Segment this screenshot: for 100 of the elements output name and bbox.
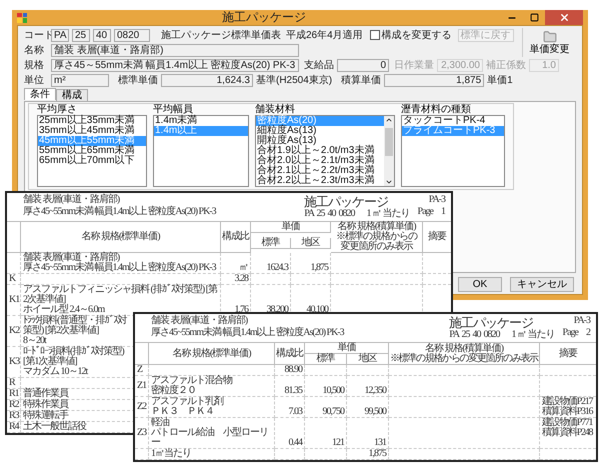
item-name: ﾄﾗｯｸ損料(普通型・排ｶﾞｽ対策型) [第2次基準値] <box>23 316 127 336</box>
item-name: 土木一般世話役 <box>23 422 88 432</box>
dialog-button[interactable]: キャンセル <box>510 277 574 292</box>
column-note: ※標準の規格からの変更箇所のみ表示 <box>335 232 418 252</box>
list-box[interactable]: 密粒度As(20) 細粒度As(13) 開粒度As(13) 合材1.9以上～2.0t/m3未満 合材2.0以上～2.1t/m3未満 合材2.1以上～2.2t/m3未満 合材2.2以上～2.3t/m3未満 <box>255 115 395 187</box>
list-item[interactable]: 35mm以上45mm未満 <box>38 126 146 136</box>
table-cell: 3.28 <box>221 274 251 285</box>
column-header: 標準 <box>251 238 291 248</box>
item-spec: ＰＫ３ ＰＫ４ <box>151 407 215 417</box>
item-name: 普通作業員 <box>23 389 70 399</box>
table-cell: 7.03 <box>275 397 305 418</box>
table-cell: K1 <box>7 285 21 316</box>
list-item[interactable]: 1.4m未満 <box>154 116 248 126</box>
table-cell: Z <box>135 365 149 376</box>
list-item[interactable]: 合材2.1以上～2.2t/m3未満 <box>256 166 384 176</box>
table-cell: 131 <box>347 418 389 449</box>
code-field[interactable]: 40 <box>93 28 111 42</box>
code-field[interactable]: 0820 <box>114 28 150 42</box>
item-name: アスファルトフィニッシャ損料 (排ｶﾞｽ対策型) [第2次基準値] <box>23 285 218 305</box>
dialog-button[interactable]: OK <box>458 277 502 292</box>
list-item[interactable]: 合材1.9以上～2.0t/m3未満 <box>256 146 384 156</box>
form-code: PA-3 <box>428 195 445 205</box>
remark-text: 建設物価P771 <box>542 418 594 428</box>
table-cell: 10,500 <box>305 376 347 397</box>
spec-field[interactable]: 厚さ45～55mm未満 幅員1.4m以上 密粒度As(20) PK-3 <box>51 58 299 72</box>
page-label: Page <box>562 328 578 338</box>
table-cell: 1,875 <box>291 253 331 274</box>
table-cell: R <box>7 378 21 389</box>
item-spec: 8～20t <box>23 336 48 346</box>
column-header: 地区 <box>291 238 331 248</box>
remark-text: 積算資料P316 <box>542 407 594 417</box>
group-label: 瀝青材料の種類 <box>401 104 472 115</box>
supplied-field[interactable]: 0 <box>337 58 389 72</box>
price-note: 単価1 <box>487 74 513 86</box>
field-label: 標準単価 <box>118 74 158 86</box>
table-cell: Z3 <box>135 418 149 449</box>
group-label: 平均厚さ <box>37 104 77 115</box>
field-label: 規格 <box>24 60 45 70</box>
column-header: 名称 規格(積算単価) <box>337 222 416 232</box>
column-header: 構成比 <box>221 222 251 253</box>
report-spec: 厚さ45~55mm未満 幅員1.4m以上 密粒度As(20) PK-3 <box>151 328 346 338</box>
table-cell: 0.44 <box>275 418 305 449</box>
list-item[interactable]: 55mm以上65mm未満 <box>38 146 146 156</box>
column-header: 摘要 <box>540 343 596 365</box>
tab[interactable]: 条件 <box>24 88 56 100</box>
field-label: 名称 <box>24 44 45 56</box>
list-item[interactable]: 合材2.0以上～2.1t/m3未満 <box>256 156 384 166</box>
column-note: ※標準の規格からの変更箇所のみ表示 <box>390 354 538 364</box>
unit-field[interactable]: m² <box>51 74 109 86</box>
column-header: 地区 <box>347 354 389 365</box>
column-header: 名称 規格(標準単価) <box>149 343 275 365</box>
table-cell: R4 <box>7 422 21 433</box>
group-label: 平均幅員 <box>153 104 193 115</box>
table-cell: 1,875 <box>347 449 389 460</box>
item-spec: マカダム 10～12t <box>23 367 89 377</box>
item-spec: 厚さ45~55mm未満 幅員1.4m以上 密粒度As(20) PK-3 <box>23 263 218 273</box>
column-header: 単価 <box>251 222 331 233</box>
field-label: 日作業量 <box>394 60 434 70</box>
report-spec: 厚さ45~55mm未満 幅員1.4m以上 密粒度As(20) PK-3 <box>23 207 218 217</box>
column-header: 単価 <box>305 343 389 354</box>
list-item[interactable]: タックコートPK-4 <box>402 116 504 126</box>
page-number: 2 <box>586 328 590 338</box>
list-item[interactable]: 合材2.2以上～2.3t/m3未満 <box>256 176 384 186</box>
table-cell: 12,350 <box>347 376 389 397</box>
form-code: PA-3 <box>574 316 590 326</box>
applied-date: 平成26年4月適用 <box>286 30 363 40</box>
name-field[interactable]: 舗装 表層(車道・路肩部) <box>51 44 299 56</box>
page-number: 1 <box>441 207 445 217</box>
list-item[interactable]: 細粒度As(13) <box>256 126 384 136</box>
table-cell: 121 <box>305 418 347 449</box>
table-cell: K2 <box>7 316 21 347</box>
field-label: 補正係数 <box>486 60 526 70</box>
basis-text: 基準(H2504東京) <box>256 74 332 86</box>
column-header: 摘要 <box>423 222 451 253</box>
table-cell: K3 <box>7 347 21 378</box>
column-header: 標準 <box>305 354 347 365</box>
column-header: 構成比 <box>275 343 305 365</box>
table-cell: R3 <box>7 411 21 422</box>
table-cell: 99,500 <box>347 397 389 418</box>
table-cell: R2 <box>7 400 21 411</box>
code-field[interactable]: PA <box>51 28 69 42</box>
field-label: 単位 <box>24 74 45 86</box>
standard-price-field[interactable]: 1,624.3 <box>161 74 253 86</box>
table-cell: Z2 <box>135 397 149 418</box>
table-name: 施工パッケージ標準単価表 <box>161 30 281 40</box>
window-title: 施工パッケージ <box>222 11 306 24</box>
tab[interactable]: 構成 <box>56 89 88 101</box>
item-name: アスファルト乳剤 <box>151 397 224 407</box>
list-item[interactable]: 開粒度As(13) <box>256 136 384 146</box>
code-field[interactable]: 25 <box>72 28 90 42</box>
per-unit-text: 1 ㎡ 当たり <box>366 209 410 219</box>
list-item[interactable]: 65mm以上70mm以下 <box>38 156 146 166</box>
list-box[interactable]: タックコートPK-4 プライムコートPK-3 <box>401 115 505 187</box>
list-item[interactable]: 25mm以上35mm未満 <box>38 116 146 126</box>
estimate-price-field[interactable]: 1,875 <box>384 74 484 86</box>
item-name: 特殊運転手 <box>23 411 68 421</box>
column-header: 名称 規格(標準単価) <box>21 222 221 253</box>
remark-text: 建設物価P217 <box>542 397 594 407</box>
remark-text: 積算資料P248 <box>542 428 594 438</box>
column-header: 名称 規格(積算単価) <box>424 344 504 354</box>
